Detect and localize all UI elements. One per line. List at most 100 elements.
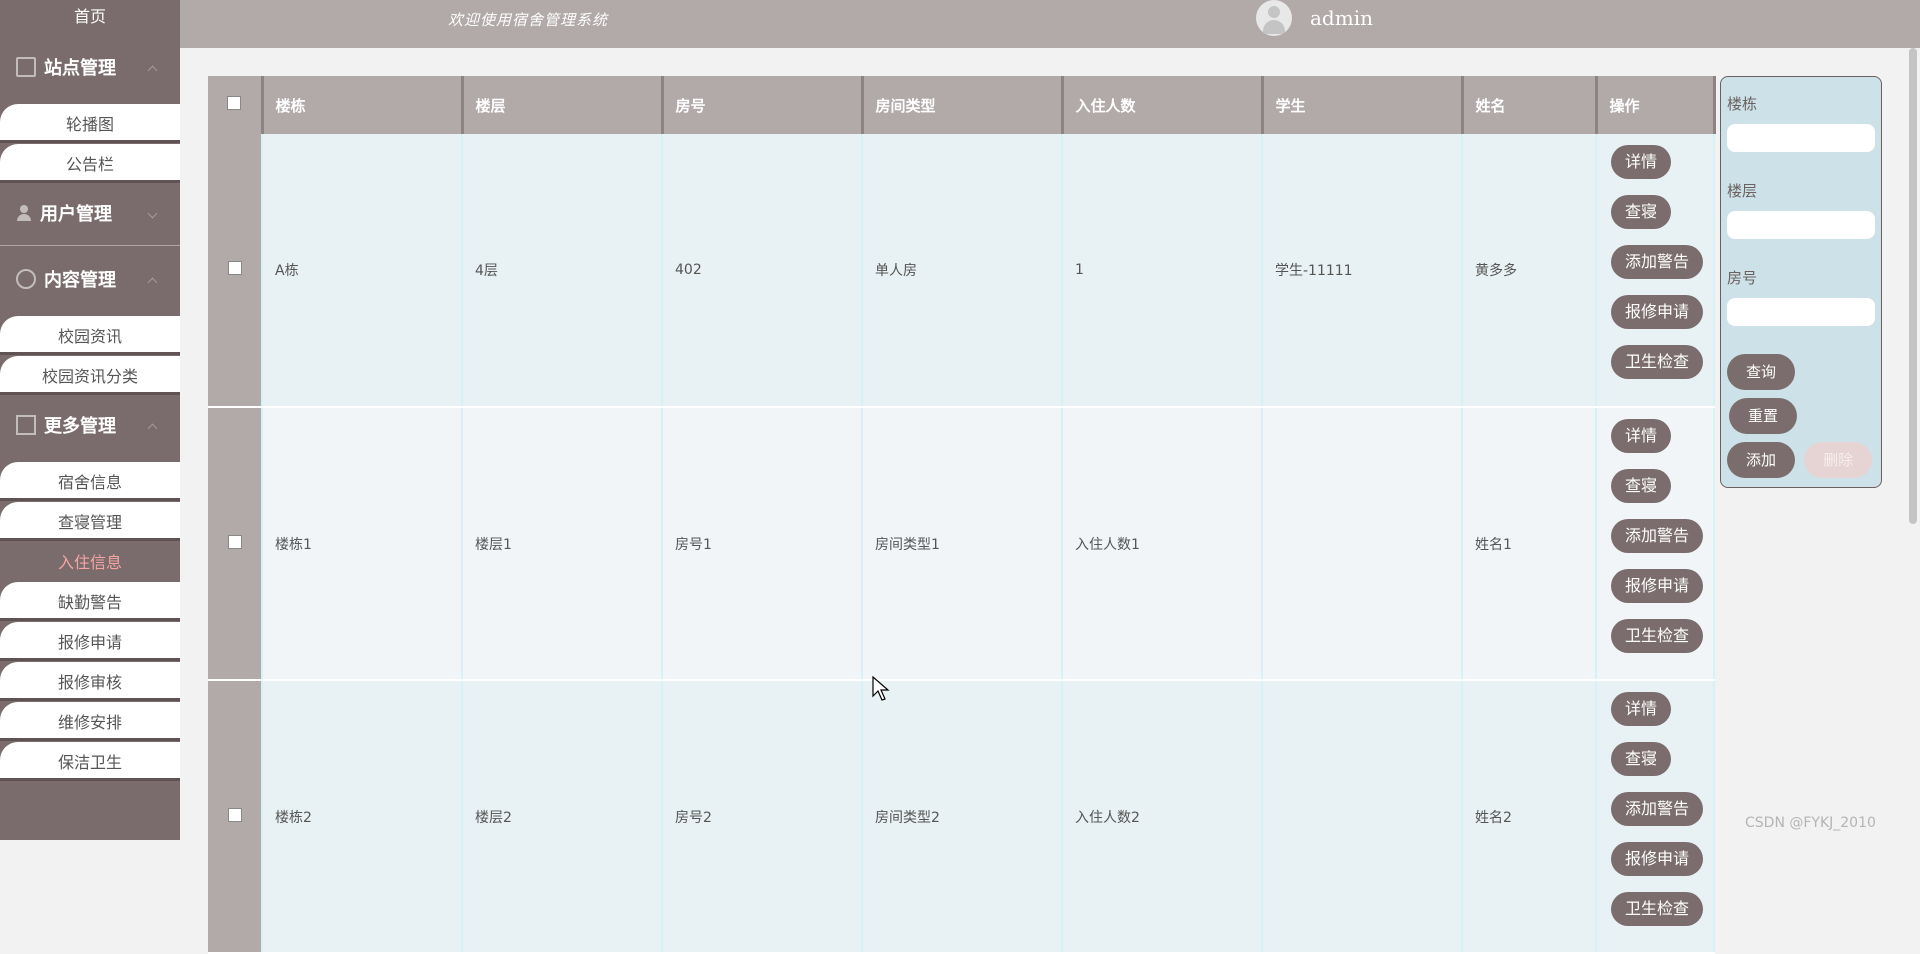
chevron-up-icon (147, 65, 158, 76)
cell-floor: 楼层2 (462, 680, 663, 954)
col-header: 入住人数 (1062, 76, 1264, 134)
row-checkbox[interactable] (227, 534, 242, 549)
cell-building: A栋 (262, 134, 463, 408)
table-header-row: 楼栋 楼层 房号 房间类型 入住人数 学生 姓名 操作 (208, 76, 1716, 134)
col-header: 操作 (1596, 76, 1716, 134)
sidebar-item-cleaning[interactable]: 保洁卫生 (0, 742, 180, 778)
dorm-check-button[interactable]: 查寝 (1611, 468, 1672, 503)
cell-name: 姓名1 (1462, 407, 1597, 681)
detail-button[interactable]: 详情 (1611, 418, 1672, 453)
checkin-table: 楼栋 楼层 房号 房间类型 入住人数 学生 姓名 操作 A栋 4层 402 单人… (208, 76, 1716, 954)
scrollbar-thumb[interactable] (1909, 48, 1917, 524)
col-header: 楼层 (462, 76, 664, 134)
add-warning-button[interactable]: 添加警告 (1611, 518, 1704, 553)
col-header: 学生 (1262, 76, 1464, 134)
sidebar-item-repair-schedule[interactable]: 维修安排 (0, 702, 180, 738)
add-button[interactable]: 添加 (1727, 442, 1795, 478)
monitor-icon (16, 57, 36, 77)
sidebar-item-absence-warning[interactable]: 缺勤警告 (0, 582, 180, 618)
sidebar-group-label: 用户管理 (40, 203, 112, 225)
chevron-up-icon (147, 277, 158, 288)
search-label-floor: 楼层 (1727, 182, 1758, 200)
cell-student: 学生-11111 (1262, 134, 1463, 408)
cell-actions: 详情 查寝 添加警告 报修申请 卫生检查 (1596, 134, 1715, 408)
sidebar-item-carousel[interactable]: 轮播图 (0, 104, 180, 140)
copy-icon (16, 415, 36, 435)
row-checkbox[interactable] (227, 807, 242, 822)
welcome-text: 欢迎使用宿舍管理系统 (448, 11, 609, 29)
sidebar-item-notice[interactable]: 公告栏 (0, 144, 180, 180)
cell-occupants: 1 (1062, 134, 1263, 408)
sidebar-item-campus-news[interactable]: 校园资讯 (0, 316, 180, 352)
chevron-down-icon (147, 208, 158, 218)
sidebar-home[interactable]: 首页 (0, 0, 180, 34)
sidebar-item-repair-request[interactable]: 报修申请 (0, 622, 180, 658)
hygiene-check-button[interactable]: 卫生检查 (1611, 891, 1704, 926)
search-input-floor[interactable] (1727, 211, 1875, 239)
sidebar-group-site[interactable]: 站点管理 (0, 34, 180, 100)
add-warning-button[interactable]: 添加警告 (1611, 245, 1704, 279)
col-header: 房号 (662, 76, 864, 134)
sidebar-item-news-category[interactable]: 校园资讯分类 (0, 356, 180, 392)
sidebar-group-label: 站点管理 (44, 58, 116, 79)
sidebar-item-dorm-info[interactable]: 宿舍信息 (0, 462, 180, 498)
cell-occupants: 入住人数1 (1062, 407, 1263, 681)
top-header: 欢迎使用宿舍管理系统 admin (180, 0, 1920, 48)
sidebar-group-label: 更多管理 (44, 416, 116, 437)
cell-student (1262, 407, 1463, 681)
vertical-scrollbar[interactable] (1906, 48, 1920, 840)
search-panel: 楼栋 楼层 房号 查询 重置 添加 删除 (1720, 76, 1882, 488)
col-header: 姓名 (1462, 76, 1598, 134)
table-row: A栋 4层 402 单人房 1 学生-11111 黄多多 详情 查寝 添加警告 … (208, 134, 1715, 408)
cell-building: 楼栋2 (262, 680, 463, 954)
select-all-checkbox[interactable] (227, 96, 242, 110)
search-input-room[interactable] (1727, 298, 1875, 326)
hygiene-check-button[interactable]: 卫生检查 (1611, 618, 1704, 653)
search-label-building: 楼栋 (1727, 95, 1758, 113)
col-header: 楼栋 (262, 76, 464, 134)
chat-icon (16, 269, 36, 289)
cell-name: 姓名2 (1462, 680, 1597, 954)
reset-button[interactable]: 重置 (1729, 398, 1797, 434)
hygiene-check-button[interactable]: 卫生检查 (1611, 345, 1704, 379)
dorm-check-button[interactable]: 查寝 (1611, 741, 1672, 776)
avatar[interactable] (1256, 0, 1292, 36)
cell-actions: 详情 查寝 添加警告 报修申请 卫生检查 (1596, 407, 1715, 681)
sidebar-group-content[interactable]: 内容管理 (0, 246, 180, 312)
repair-request-button[interactable]: 报修申请 (1611, 841, 1704, 876)
cell-room: 房号1 (662, 407, 863, 681)
sidebar-group-label: 内容管理 (44, 270, 116, 291)
dorm-check-button[interactable]: 查寝 (1611, 195, 1672, 229)
query-button[interactable]: 查询 (1727, 354, 1795, 390)
cell-building: 楼栋1 (262, 407, 463, 681)
table-row: 楼栋1 楼层1 房号1 房间类型1 入住人数1 姓名1 详情 查寝 添加警告 报… (208, 407, 1715, 681)
cell-actions: 详情 查寝 添加警告 报修申请 卫生检查 (1596, 680, 1715, 954)
mouse-cursor-icon (872, 676, 890, 701)
cell-room: 402 (662, 134, 863, 408)
search-input-building[interactable] (1727, 124, 1875, 152)
repair-request-button[interactable]: 报修申请 (1611, 295, 1704, 329)
sidebar-item-repair-review[interactable]: 报修审核 (0, 662, 180, 698)
row-select-cell (208, 407, 263, 681)
repair-request-button[interactable]: 报修申请 (1611, 568, 1704, 603)
username[interactable]: admin (1310, 6, 1373, 30)
watermark: CSDN @FYKJ_2010 (1745, 815, 1876, 831)
cell-name: 黄多多 (1462, 134, 1597, 408)
sidebar-group-users[interactable]: 用户管理 (0, 180, 180, 246)
table-row: 楼栋2 楼层2 房号2 房间类型2 入住人数2 姓名2 详情 查寝 添加警告 报… (208, 680, 1715, 954)
cell-room-type: 房间类型1 (862, 407, 1063, 681)
chevron-up-icon (147, 423, 158, 434)
detail-button[interactable]: 详情 (1611, 691, 1672, 726)
add-warning-button[interactable]: 添加警告 (1611, 791, 1704, 826)
sidebar-item-checkin-info[interactable]: 入住信息 (0, 542, 180, 578)
sidebar-item-dorm-check[interactable]: 查寝管理 (0, 502, 180, 538)
sidebar: 首页 站点管理 轮播图 公告栏 用户管理 内容管理 校园资讯 校园资讯分类 更多… (0, 0, 180, 840)
detail-button[interactable]: 详情 (1611, 145, 1672, 179)
sidebar-group-more[interactable]: 更多管理 (0, 392, 180, 458)
col-header: 房间类型 (862, 76, 1064, 134)
search-label-room: 房号 (1727, 269, 1758, 287)
user-icon (16, 204, 32, 221)
delete-button[interactable]: 删除 (1804, 442, 1873, 478)
row-checkbox[interactable] (227, 261, 242, 275)
cell-occupants: 入住人数2 (1062, 680, 1263, 954)
